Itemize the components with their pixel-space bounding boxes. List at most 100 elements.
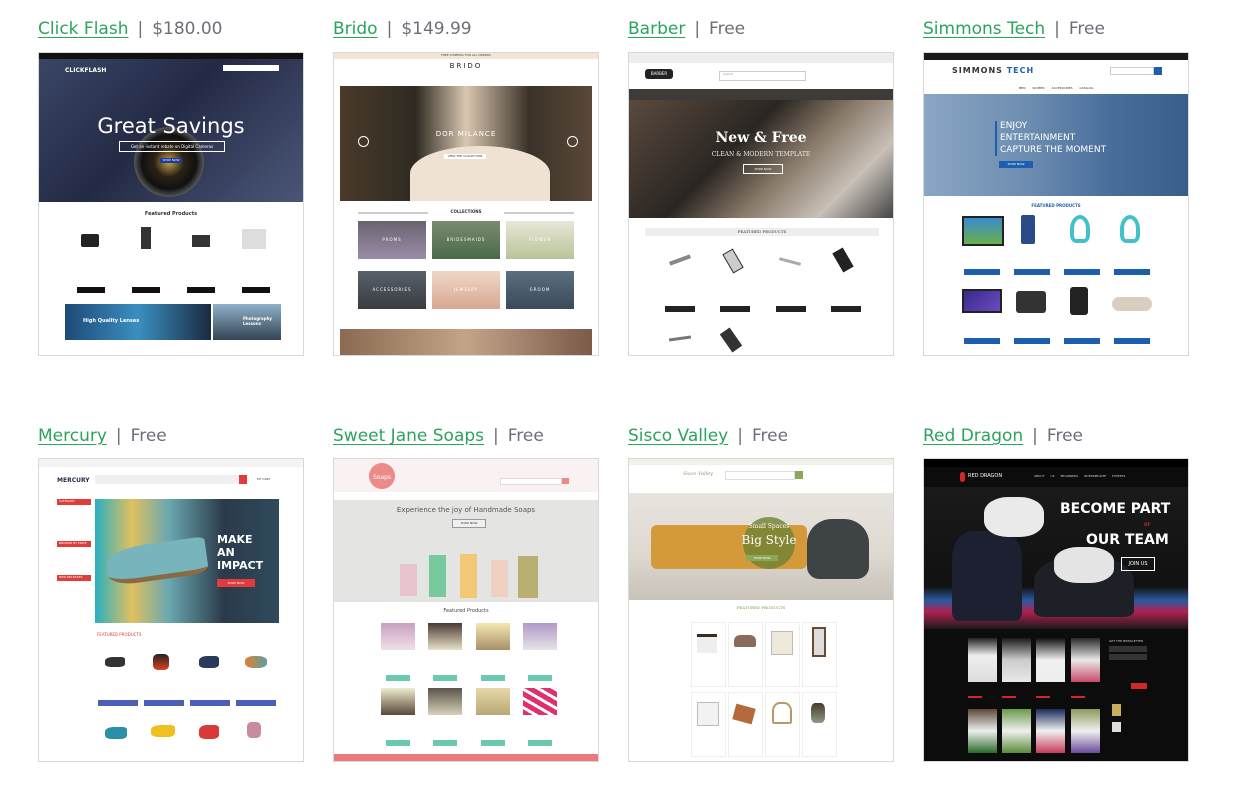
soap-bar xyxy=(518,556,538,598)
theme-preview-thumbnail[interactable]: RED DRAGON ABOUT US BEGINNERS INTERMEDIA… xyxy=(923,458,1189,762)
theme-name-link[interactable]: Red Dragon xyxy=(923,426,1023,446)
preview-cta: SHOP NOW xyxy=(452,519,486,528)
product-shoe xyxy=(151,725,175,737)
search-icon xyxy=(239,475,247,484)
class-image xyxy=(1071,709,1100,753)
product-shoe xyxy=(105,657,125,667)
product-shoe xyxy=(105,727,127,739)
nav-item: BEGINNERS xyxy=(1060,474,1079,478)
theme-name-link[interactable]: Mercury xyxy=(38,426,107,446)
preview-topbar xyxy=(629,53,893,63)
banner-lessons: Photography Lessons xyxy=(213,304,281,340)
preview-search xyxy=(725,471,795,480)
product-tripod xyxy=(141,227,151,249)
class-image xyxy=(968,638,997,682)
preview-headline: ENTERTAINMENT xyxy=(1000,133,1076,143)
preview-hero: New & Free CLEAN & MODERN TEMPLATE SHOP … xyxy=(629,100,893,218)
product-image xyxy=(381,623,415,650)
preview-section-title: FEATURED PRODUCTS xyxy=(736,605,786,610)
preview-cta: JOIN US xyxy=(1121,557,1155,571)
preview-subline: CLEAN & MODERN TEMPLATE xyxy=(711,151,811,158)
theme-name-link[interactable]: Sweet Jane Soaps xyxy=(333,426,484,446)
theme-preview-thumbnail[interactable]: FREE SHIPPING FOR ALL ORDERS BRIDO DOR M… xyxy=(333,52,599,356)
product-shoe xyxy=(245,656,267,668)
select-options-link xyxy=(1002,696,1016,698)
preview-nav xyxy=(629,89,893,100)
preview-headline: Great Savings xyxy=(97,114,245,138)
add-to-cart-button xyxy=(433,675,457,681)
theme-price: Free xyxy=(507,426,544,446)
class-image xyxy=(1036,638,1065,682)
class-image xyxy=(1071,638,1100,682)
add-to-cart-button xyxy=(481,740,505,746)
preview-subline: Get an instant rebate on Digital Cameras xyxy=(119,141,225,152)
theme-preview-thumbnail[interactable]: CLICKFLASH Great Savings Get an instant … xyxy=(38,52,304,356)
theme-preview-thumbnail[interactable]: MERCURY MY CART CATEGORY BROWSE BY PRICE… xyxy=(38,458,304,762)
theme-preview-thumbnail[interactable]: SIMMONS TECH MEN WOMEN ACCESSORIES CATAL… xyxy=(923,52,1189,356)
preview-nav: MEN WOMEN ACCESSORIES CATALOG xyxy=(924,86,1188,90)
preview-topbar xyxy=(924,459,1188,467)
theme-name-link[interactable]: Simmons Tech xyxy=(923,19,1045,39)
soap-bar xyxy=(491,560,508,597)
newsletter-input xyxy=(1109,654,1147,660)
dragon-logo-icon xyxy=(960,472,965,482)
theme-caption: Sweet Jane Soaps | Free xyxy=(333,421,544,451)
theme-name-link[interactable]: Brido xyxy=(333,19,378,39)
newsletter-input xyxy=(1109,646,1147,652)
collection-label: BRIDESMAIDS xyxy=(446,237,486,242)
select-options-link xyxy=(1036,696,1050,698)
preview-nav: ABOUT US BEGINNERS INTERMEDIATE EXPERTS xyxy=(1034,474,1125,478)
preview-brand: Soaps xyxy=(369,463,395,489)
nav-item: ACCESSORIES xyxy=(1051,86,1073,90)
theme-preview-thumbnail[interactable]: Sisco Valley Small Spaces Big Style SHOP… xyxy=(628,458,894,762)
theme-name-link[interactable]: Barber xyxy=(628,19,685,39)
class-image xyxy=(1002,709,1031,753)
search-icon xyxy=(562,478,569,484)
preview-search xyxy=(223,65,279,71)
product-image xyxy=(381,688,415,715)
preview-topbar: FREE SHIPPING FOR ALL ORDERS xyxy=(334,53,598,59)
theme-price: Free xyxy=(751,426,789,446)
collection-tile: GROOM xyxy=(506,271,574,309)
product-clipper xyxy=(719,327,743,353)
select-options-link xyxy=(1071,696,1085,698)
preview-hero: BECOME PART OF OUR TEAM JOIN US xyxy=(924,487,1188,629)
theme-name-link[interactable]: Sisco Valley xyxy=(628,426,728,446)
theme-preview-thumbnail[interactable]: Soaps Experience the joy of Handmade Soa… xyxy=(333,458,599,762)
product-dresser xyxy=(771,631,793,655)
add-to-cart-button xyxy=(190,700,230,706)
theme-preview-thumbnail[interactable]: BARBER Search New & Free CLEAN & MODERN … xyxy=(628,52,894,356)
product-image xyxy=(476,688,510,715)
product-image xyxy=(523,688,557,715)
preview-hero: ENJOY ENTERTAINMENT CAPTURE THE MOMENT S… xyxy=(924,94,1188,196)
select-option-button xyxy=(665,306,695,312)
hero-accent-bar xyxy=(995,121,997,156)
product-image xyxy=(428,688,462,715)
theme-caption: Red Dragon | Free xyxy=(923,421,1083,451)
theme-price: Free xyxy=(1046,426,1083,446)
search-icon xyxy=(795,471,803,479)
preview-cta: SHOP NOW xyxy=(160,158,182,163)
theme-caption: Brido | $149.99 xyxy=(333,14,472,44)
event-thumb xyxy=(1112,722,1121,732)
separator: | xyxy=(386,19,393,39)
product-mirror xyxy=(812,627,826,657)
preview-cart: MY CART xyxy=(257,477,271,481)
product-card xyxy=(802,692,837,757)
add-to-cart-button xyxy=(1014,269,1050,275)
product-speaker xyxy=(1112,297,1152,311)
product-clipper xyxy=(722,248,744,274)
preview-section-title: Featured Products xyxy=(443,608,489,614)
preview-topbar xyxy=(924,53,1188,60)
collection-tile: JEWELRY xyxy=(432,271,500,309)
collection-tile: PROMS xyxy=(358,221,426,259)
preview-cta: SHOP NOW xyxy=(217,579,255,587)
product-vase xyxy=(811,703,825,723)
theme-name-link[interactable]: Click Flash xyxy=(38,19,128,39)
product-shoe xyxy=(153,654,169,670)
product-side-table xyxy=(697,634,717,653)
add-to-cart-button xyxy=(187,287,215,293)
product-image xyxy=(523,623,557,650)
select-option-button xyxy=(720,306,750,312)
banner-lenses-label: High Quality Lenses xyxy=(83,318,140,324)
